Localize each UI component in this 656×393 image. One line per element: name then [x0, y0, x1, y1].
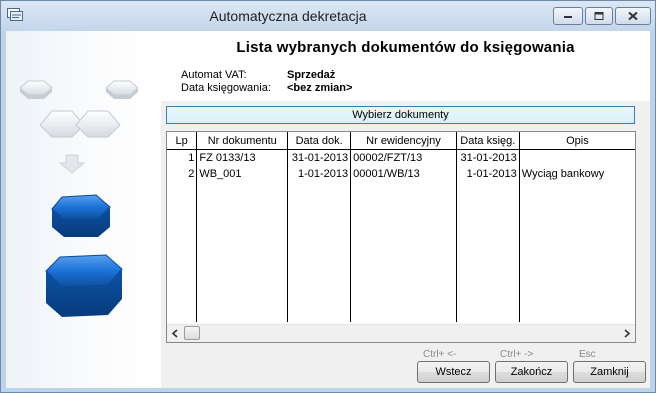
title-bar[interactable]: Automatyczna dekretacja — [1, 1, 655, 31]
table-cell: 00002/FZT/13 — [350, 149, 457, 166]
down-arrow-icon — [58, 154, 86, 174]
scroll-left-button[interactable] — [167, 325, 184, 342]
table-cell: 1 — [167, 149, 198, 166]
maximize-icon — [594, 12, 604, 20]
back-button[interactable]: Wstecz — [417, 361, 490, 383]
table-cell: 00001/WB/13 — [350, 166, 457, 182]
blue-hexagon-icon — [51, 194, 111, 237]
table-row[interactable]: 1 FZ 0133/13 31-01-2013 00002/FZT/13 31-… — [167, 149, 635, 167]
table-cell: Wyciąg bankowy — [521, 168, 605, 180]
finish-button[interactable]: Zakończ — [495, 361, 568, 383]
table-cell — [519, 150, 635, 167]
close-button[interactable] — [615, 7, 651, 25]
blue-hexagon-large-icon — [45, 254, 123, 317]
table-cell: 1-01-2013 — [456, 166, 520, 182]
table-cell: WB_001 — [196, 166, 289, 182]
wizard-illustration — [6, 31, 161, 388]
white-hexagon-small-icon — [19, 80, 53, 99]
table-cell: 31-01-2013 — [456, 149, 520, 166]
column-header[interactable]: Nr dokumentu — [196, 132, 289, 150]
table-row[interactable]: 2 WB_001 1-01-2013 00001/WB/13 1-01-2013… — [167, 166, 635, 182]
finish-shortcut-hint: Ctrl+ -> — [500, 349, 534, 360]
white-hexagon-small-icon — [105, 80, 139, 99]
table-header: Lp Nr dokumentu Data dok. Nr ewidencyjny… — [167, 132, 635, 150]
vat-value: Sprzedaż — [287, 69, 336, 81]
back-shortcut-hint: Ctrl+ <- — [423, 349, 457, 360]
header-panel: Lista wybranych dokumentów do księgowani… — [161, 31, 650, 101]
table-cell: FZ 0133/13 — [196, 149, 289, 166]
white-hexagon-large-icon — [39, 110, 121, 138]
chevron-right-icon — [624, 329, 631, 338]
window-title: Automatyczna dekretacja — [209, 8, 367, 24]
maximize-button[interactable] — [585, 7, 613, 25]
scroll-thumb[interactable] — [184, 326, 200, 340]
posting-date-label: Data księgowania: — [181, 82, 271, 94]
page-title: Lista wybranych dokumentów do księgowani… — [236, 39, 575, 56]
close-dialog-button[interactable]: Zamknij — [573, 361, 646, 383]
table-cell: 2 — [167, 166, 198, 182]
minimize-button[interactable] — [553, 7, 583, 25]
close-icon — [628, 11, 638, 21]
minimize-icon — [564, 16, 572, 18]
column-header[interactable]: Lp — [167, 132, 198, 150]
scroll-right-button[interactable] — [618, 325, 635, 342]
vat-label: Automat VAT: — [181, 69, 247, 81]
column-header[interactable]: Nr ewidencyjny — [350, 132, 457, 150]
close-shortcut-hint: Esc — [579, 349, 596, 360]
table-cell: 31-01-2013 — [287, 149, 352, 166]
column-header[interactable]: Opis — [519, 132, 635, 150]
column-header[interactable]: Data dok. — [287, 132, 352, 150]
dialog-window: Automatyczna dekretacja Lista wybranych … — [0, 0, 656, 393]
select-documents-button[interactable]: Wybierz dokumenty — [166, 106, 635, 124]
table-cell: 1-01-2013 — [287, 166, 352, 182]
documents-table[interactable]: Lp Nr dokumentu Data dok. Nr ewidencyjny… — [166, 131, 636, 343]
column-header[interactable]: Data księg. — [456, 132, 520, 150]
horizontal-scrollbar[interactable] — [167, 324, 635, 342]
dialog-client: Lista wybranych dokumentów do księgowani… — [6, 31, 650, 388]
chevron-left-icon — [171, 329, 178, 338]
posting-date-value: <bez zmian> — [287, 82, 353, 94]
